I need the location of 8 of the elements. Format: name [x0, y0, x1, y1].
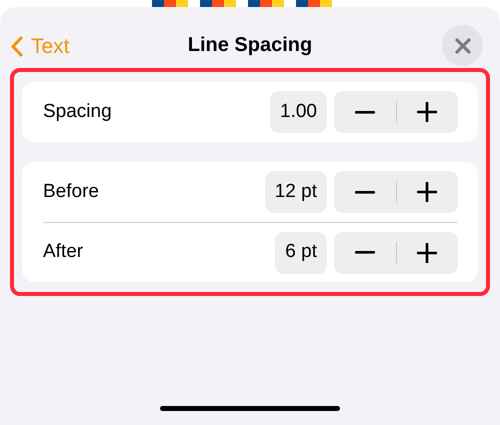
row-label: Spacing [43, 100, 113, 124]
popover-title: Line Spacing [188, 32, 312, 58]
value-field: 1.00 [270, 91, 327, 133]
back-button[interactable]: Text [10, 36, 70, 57]
value-field: 6 pt [275, 232, 327, 274]
row-label: Before [43, 180, 100, 204]
row-label: After [43, 240, 84, 264]
value-field: 12 pt [264, 171, 327, 213]
